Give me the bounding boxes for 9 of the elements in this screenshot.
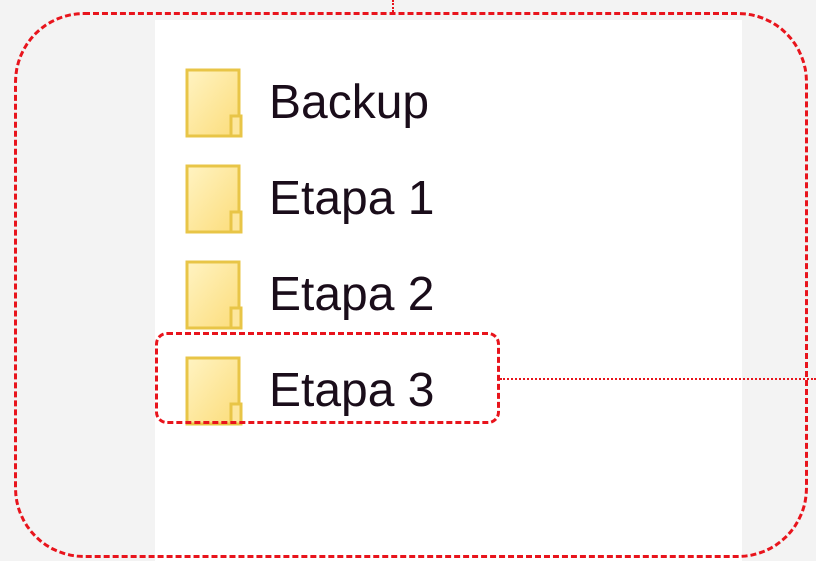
folder-icon — [185, 68, 243, 138]
folder-name[interactable]: Etapa 1 — [269, 175, 434, 223]
folder-name[interactable]: Etapa 3 — [269, 367, 434, 415]
folder-icon — [185, 260, 243, 330]
folder-icon — [185, 356, 243, 426]
folder-name[interactable]: Backup — [269, 79, 430, 127]
folder-icon — [185, 164, 243, 234]
folder-name[interactable]: Etapa 2 — [269, 271, 434, 319]
leader-line — [392, 0, 394, 12]
